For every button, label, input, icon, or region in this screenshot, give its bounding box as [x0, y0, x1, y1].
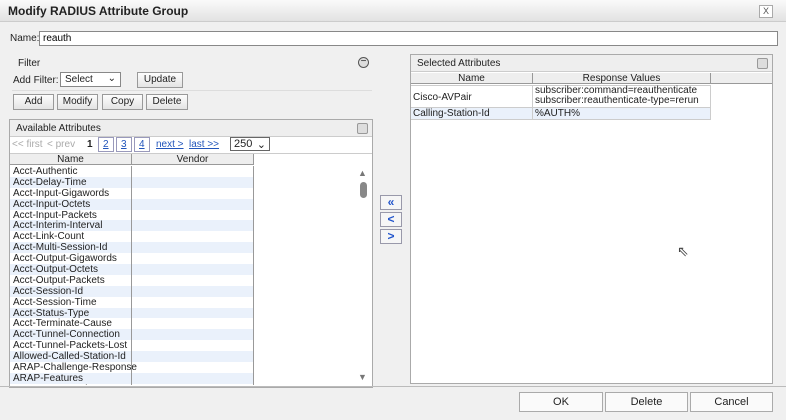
- scroll-down-icon[interactable]: ▼: [358, 372, 367, 382]
- edit-icon[interactable]: [357, 123, 368, 134]
- column-divider: [131, 166, 132, 385]
- add-filter-value: Select: [65, 74, 93, 85]
- delete-button[interactable]: Delete: [146, 94, 188, 110]
- scrollbar-thumb[interactable]: [360, 182, 367, 198]
- selected-title: Selected Attributes: [417, 58, 501, 69]
- next-page-link[interactable]: next >: [156, 139, 184, 150]
- add-selected-button[interactable]: >: [380, 229, 402, 244]
- column-header-name[interactable]: Name: [10, 154, 132, 165]
- name-label: Name:: [10, 33, 40, 44]
- table-row[interactable]: Calling-Station-Id %AUTH%: [411, 108, 710, 119]
- scroll-up-icon[interactable]: ▲: [358, 168, 367, 178]
- page-link[interactable]: 2: [98, 137, 114, 152]
- add-filter-label: Add Filter:: [13, 75, 59, 86]
- page-link[interactable]: 3: [116, 137, 132, 152]
- modify-button[interactable]: Modify: [57, 94, 98, 110]
- update-button[interactable]: Update: [137, 72, 183, 88]
- first-page-link: << first: [12, 139, 43, 150]
- available-rows: Acct-Authentic Acct-Delay-Time Acct-Input-…: [10, 166, 254, 385]
- divider: [12, 90, 372, 91]
- attribute-name: Calling-Station-Id: [411, 108, 533, 119]
- available-table: Name Vendor Acct-Authentic Acct-Delay-Tim…: [10, 154, 372, 385]
- page-link[interactable]: 4: [134, 137, 150, 152]
- table-header: Name Response Values: [411, 73, 772, 84]
- last-page-link[interactable]: last >>: [189, 139, 219, 150]
- table-row[interactable]: Cisco-AVPair subscriber:command=reauthen…: [411, 86, 710, 108]
- column-header-vendor[interactable]: Vendor: [132, 154, 254, 165]
- pager: << first < prev 1 2 3 4 next > last >> 2…: [10, 137, 372, 154]
- table-header: Name Vendor: [10, 154, 254, 165]
- name-input[interactable]: [39, 31, 778, 46]
- page-size-select[interactable]: 250 ⌄: [230, 137, 270, 151]
- response-value: %AUTH%: [535, 108, 581, 119]
- prev-page-link: < prev: [47, 139, 76, 150]
- available-attributes-panel: Available Attributes << first < prev 1 2…: [9, 119, 373, 388]
- selected-rows: Cisco-AVPair subscriber:command=reauthen…: [411, 85, 711, 120]
- column-header-name[interactable]: Name: [411, 73, 533, 84]
- add-button[interactable]: Add: [13, 94, 54, 110]
- footer-delete-button[interactable]: Delete: [605, 392, 688, 412]
- cancel-button[interactable]: Cancel: [690, 392, 773, 412]
- copy-button[interactable]: Copy: [102, 94, 143, 110]
- selected-attributes-panel: Selected Attributes Name Response Values…: [410, 54, 773, 384]
- dialog-titlebar: Modify RADIUS Attribute Group X: [0, 0, 786, 22]
- mouse-cursor-icon: ⇖: [677, 243, 689, 259]
- column-header-response-values[interactable]: Response Values: [533, 73, 711, 84]
- panel-header: Available Attributes: [10, 120, 372, 137]
- filter-title: Filter: [18, 58, 41, 69]
- page-size-value: 250: [234, 138, 253, 150]
- panel-header: Selected Attributes: [411, 55, 772, 72]
- dialog-title: Modify RADIUS Attribute Group: [8, 4, 189, 18]
- attribute-name: Cisco-AVPair: [411, 86, 533, 107]
- ok-button[interactable]: OK: [519, 392, 603, 412]
- current-page: 1: [87, 139, 93, 150]
- collapse-filter-icon[interactable]: −: [358, 57, 369, 68]
- chevron-down-icon: ⌄: [107, 73, 116, 84]
- remove-button[interactable]: <: [380, 212, 402, 227]
- add-all-button[interactable]: «: [380, 195, 402, 210]
- response-value: subscriber:reauthenticate-type=rerun: [535, 95, 699, 106]
- footer-divider: [0, 386, 786, 387]
- add-filter-select[interactable]: Select ⌄: [60, 72, 121, 87]
- available-title: Available Attributes: [16, 123, 101, 134]
- close-button[interactable]: X: [759, 5, 773, 18]
- edit-icon[interactable]: [757, 58, 768, 69]
- chevron-down-icon: ⌄: [256, 139, 266, 151]
